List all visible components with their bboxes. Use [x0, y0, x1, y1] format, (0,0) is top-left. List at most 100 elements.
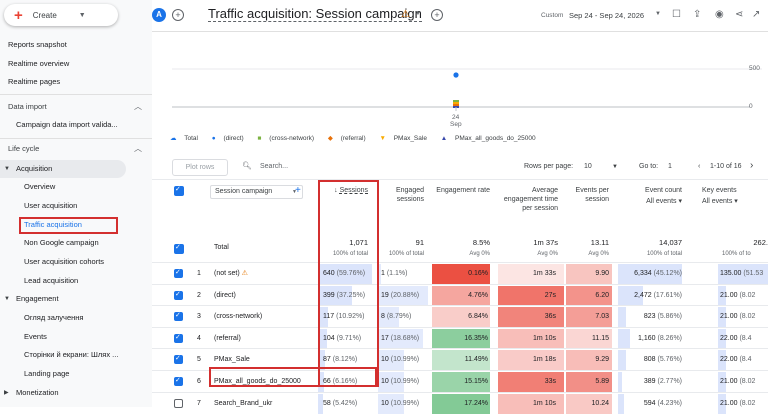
legend-pmax-sale[interactable]: ▼ PMax_Sale [379, 135, 433, 142]
row-name[interactable]: Search_Brand_ukr [214, 393, 314, 415]
table-row[interactable]: 2(direct)399 (37.25%)19 (20.88%)4.76%27s… [152, 283, 768, 307]
cell-events-per-session: 5.89 [595, 378, 609, 385]
next-page-icon[interactable]: › [750, 160, 753, 171]
chevron-down-icon[interactable]: ▼ [612, 164, 618, 170]
cell-key-events: 22.00 (8.4 [720, 349, 768, 371]
row-checkbox[interactable] [174, 333, 183, 343]
table-row[interactable]: 3(cross-network)117 (10.92%)8 (8.79%)6.8… [152, 305, 768, 328]
row-checkbox[interactable] [174, 311, 183, 322]
nav-overview[interactable]: Overview [0, 178, 152, 196]
col-event-count[interactable]: Event count All events ▾ [618, 186, 682, 206]
nav-section-life-cycle[interactable]: Life cycle ︿ [0, 140, 152, 158]
row-checkbox[interactable] [174, 268, 183, 278]
key-value: 135.00 [720, 270, 744, 277]
row-checkbox[interactable] [174, 398, 183, 408]
nav-monetization[interactable]: ▶ Monetization [0, 384, 152, 402]
row-name[interactable]: (referral) [214, 328, 314, 350]
chevron-down-icon[interactable]: ▼ [655, 11, 661, 17]
share-network-icon[interactable]: ⋖ [735, 9, 743, 20]
nav-user-acquisition-cohorts[interactable]: User acquisition cohorts [0, 253, 152, 271]
y-tick-label: 500 [749, 65, 760, 72]
avatar[interactable]: A [152, 8, 166, 22]
total-point[interactable] [453, 72, 459, 78]
nav-realtime-overview[interactable]: Realtime overview [0, 55, 152, 73]
nav-engagement-overview[interactable]: Огляд залучення [0, 309, 152, 327]
nav-user-acquisition[interactable]: User acquisition [0, 197, 152, 215]
totals-checkbox[interactable] [174, 243, 184, 254]
key-value: 22.00 [720, 334, 740, 342]
plot-rows-button[interactable]: Plot rows [172, 159, 228, 176]
cell-event-count: 594 (4.23%) [618, 393, 682, 415]
col-key-events[interactable]: Key events All events ▾ [702, 186, 768, 206]
chevron-down-icon[interactable]: ▼ [415, 11, 421, 17]
page-title[interactable]: Traffic acquisition: Session campaign [208, 6, 422, 22]
legend-referral[interactable]: ◆ (referral) [328, 135, 372, 142]
row-checkbox[interactable] [174, 376, 183, 386]
trend-icon[interactable]: ↗ [752, 9, 760, 20]
row-name[interactable]: (not set) ⚠ [214, 263, 314, 285]
cell-avg-time: 27s [544, 291, 556, 299]
legend-direct[interactable]: ● (direct) [212, 135, 250, 142]
col-engagement-rate[interactable]: Engagement rate [432, 186, 490, 195]
prev-page-icon[interactable]: ‹ [698, 163, 700, 170]
warning-icon[interactable]: ⚠ [240, 270, 248, 277]
col-events-per-session[interactable]: Events per session [572, 186, 609, 204]
page-range: 1-10 of 16 [710, 163, 742, 170]
total-rate: 8.5% [472, 238, 490, 247]
search-input[interactable]: Search... [260, 163, 288, 170]
cell-event-count: 6,334 (45.12%) [618, 263, 682, 285]
nav-campaign-import[interactable]: Campaign data import valida... [0, 116, 152, 134]
row-index: 2 [197, 291, 201, 299]
pmax-sale-point[interactable] [453, 104, 459, 106]
plus-icon: + [14, 6, 23, 24]
nav-realtime-pages[interactable]: Realtime pages [0, 73, 152, 91]
square-icon: ■ [257, 135, 262, 142]
col-avg-engagement-time[interactable]: Average engagement time per session [498, 186, 558, 213]
goto-input[interactable]: 1 [668, 163, 672, 170]
cell-event-count: 808 (5.76%) [618, 349, 682, 371]
nav-landing-page[interactable]: Landing page [0, 365, 152, 383]
create-button[interactable]: + Create ▼ [4, 4, 118, 26]
triangle-down-icon: ▼ [379, 135, 386, 142]
row-name[interactable]: (cross-network) [214, 306, 314, 328]
table-row[interactable]: 1(not set) ⚠640 (59.76%)1 (1.1%)0.16%1m … [152, 262, 768, 284]
nav-lead-acquisition[interactable]: Lead acquisition [0, 272, 152, 290]
nav-reports-snapshot[interactable]: Reports snapshot [0, 36, 152, 54]
nav-acquisition[interactable]: ▼ Acquisition [0, 160, 126, 178]
search-icon[interactable]: 🔍︎ [242, 161, 252, 170]
legend-cross-network[interactable]: ■ (cross-network) [258, 135, 321, 142]
nav-non-google-campaign[interactable]: Non Google campaign [0, 234, 152, 252]
referral-point[interactable] [453, 102, 459, 104]
cross-network-point[interactable] [453, 100, 459, 102]
legend-label: (referral) [340, 135, 366, 142]
add-comparison-icon[interactable]: + [172, 9, 184, 21]
insights-icon[interactable]: ◉ [715, 9, 724, 20]
rows-per-page-select[interactable]: 10 [584, 163, 592, 170]
table-row[interactable]: 4(referral)104 (9.71%)17 (18.68%)16.35%1… [152, 326, 768, 350]
col-engaged-sessions[interactable]: Engaged sessions [376, 186, 424, 204]
table-row[interactable]: 7 Search_Brand_ukr 58 (5.42%) 10 (10.99%) 17… [152, 391, 768, 415]
cell-key-events: 135.00 (51.53 [720, 263, 768, 285]
nav-pages-screens[interactable]: Сторінки й екрани: Шлях ... [0, 346, 152, 364]
date-range[interactable]: Sep 24 - Sep 24, 2026 [569, 11, 644, 20]
nav-engagement[interactable]: ▼ Engagement [0, 290, 152, 308]
legend-total[interactable]: ☁ Total [170, 135, 204, 142]
legend-pmax-all[interactable]: ▲ PMax_all_goods_do_25000 [441, 135, 542, 142]
row-checkbox[interactable] [174, 354, 183, 365]
nav-events[interactable]: Events [0, 328, 152, 346]
add-icon[interactable]: + [431, 9, 443, 21]
row-name[interactable]: (direct) [214, 285, 314, 307]
col-filter[interactable]: All events ▾ [702, 197, 768, 206]
add-dimension-icon[interactable]: + [295, 185, 301, 196]
edit-report-icon[interactable]: ☐ [672, 9, 681, 20]
cell-engaged: 10 (10.99%) [381, 371, 419, 393]
warning-icon[interactable]: ⚠ [401, 9, 410, 20]
col-filter[interactable]: All events ▾ [618, 197, 682, 206]
dimension-select[interactable]: Session campaign ▼ [210, 185, 303, 199]
row-checkbox[interactable] [174, 290, 183, 300]
select-all-checkbox[interactable] [174, 185, 184, 196]
report-header: A + Traffic acquisition: Session campaig… [152, 0, 768, 32]
nav-section-data-import[interactable]: Data import ︿ [0, 98, 152, 116]
cell-key-events: 21.00 (8.02 [720, 285, 768, 307]
share-icon[interactable]: ⇪ [693, 9, 701, 20]
